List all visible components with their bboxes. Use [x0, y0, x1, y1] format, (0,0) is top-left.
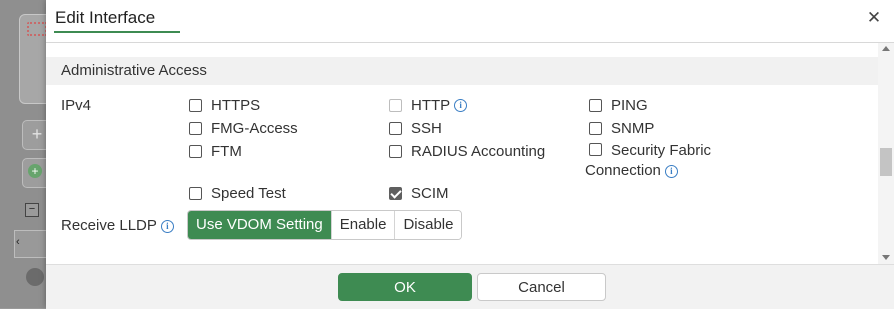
lldp-disable-button[interactable]: Disable — [395, 211, 462, 239]
fmg-access-label: FMG-Access — [211, 120, 298, 137]
speed-test-checkbox[interactable] — [189, 187, 202, 200]
option-http: HTTP i — [389, 97, 468, 114]
scroll-up-icon[interactable] — [882, 46, 890, 51]
background-logo-icon — [27, 22, 47, 36]
close-icon[interactable]: ✕ — [866, 9, 882, 26]
https-label: HTTPS — [211, 97, 261, 114]
background-chevron-left-icon: ‹ — [16, 236, 20, 248]
section-title: Administrative Access — [61, 62, 207, 79]
option-scim[interactable]: SCIM — [389, 185, 449, 202]
dialog-body: Administrative Access IPv4 HTTPS HTTP i … — [46, 43, 878, 264]
ftm-checkbox[interactable] — [189, 145, 202, 158]
edit-interface-dialog: Edit Interface ✕ Administrative Access I… — [46, 0, 894, 309]
ssh-checkbox[interactable] — [389, 122, 402, 135]
ping-checkbox[interactable] — [589, 99, 602, 112]
http-label: HTTP — [411, 97, 451, 114]
scroll-thumb[interactable] — [880, 148, 892, 176]
info-icon[interactable]: i — [160, 220, 174, 233]
ok-button[interactable]: OK — [338, 273, 472, 301]
dialog-scrollbar[interactable] — [878, 43, 894, 264]
background-brand-icon — [26, 268, 44, 286]
background-add-icon: + — [28, 164, 42, 178]
option-ftm[interactable]: FTM — [189, 143, 242, 160]
scim-checkbox[interactable] — [389, 187, 402, 200]
https-checkbox[interactable] — [189, 99, 202, 112]
radius-accounting-checkbox[interactable] — [389, 145, 402, 158]
cancel-button[interactable]: Cancel — [477, 273, 606, 301]
ssh-label: SSH — [411, 120, 442, 137]
http-checkbox — [389, 99, 402, 112]
snmp-label: SNMP — [611, 120, 655, 137]
ipv4-label: IPv4 — [61, 97, 92, 114]
background-collapse-icon: − — [25, 203, 39, 217]
scroll-down-icon[interactable] — [882, 255, 890, 260]
option-speed-test[interactable]: Speed Test — [189, 185, 286, 202]
info-icon[interactable]: i — [454, 99, 468, 112]
section-header: Administrative Access — [46, 57, 878, 85]
ping-label: PING — [611, 97, 648, 114]
ftm-label: FTM — [211, 143, 242, 160]
snmp-checkbox[interactable] — [589, 122, 602, 135]
lldp-enable-button[interactable]: Enable — [331, 211, 396, 239]
option-radius-accounting[interactable]: RADIUS Accounting — [389, 143, 545, 160]
option-fmg-access[interactable]: FMG-Access — [189, 120, 298, 137]
receive-lldp-label: Receive LLDP i — [61, 217, 174, 234]
option-https[interactable]: HTTPS — [189, 97, 260, 114]
dialog-title: Edit Interface — [55, 8, 156, 27]
receive-lldp-text: Receive LLDP — [61, 217, 157, 234]
security-fabric-connection-checkbox[interactable] — [589, 143, 602, 156]
security-fabric-connection-label: Security Fabric Connection — [585, 142, 712, 179]
option-ping[interactable]: PING — [589, 97, 648, 114]
option-security-fabric-connection[interactable]: Security Fabric Connection i — [585, 141, 755, 181]
receive-lldp-toggle: Use VDOM Setting Enable Disable — [187, 210, 463, 240]
speed-test-label: Speed Test — [211, 185, 286, 202]
info-icon[interactable]: i — [664, 165, 678, 178]
scim-label: SCIM — [411, 185, 449, 202]
dialog-header: Edit Interface ✕ — [46, 0, 894, 43]
radius-accounting-label: RADIUS Accounting — [411, 143, 546, 160]
title-underline — [54, 31, 180, 33]
lldp-use-vdom-setting-button[interactable]: Use VDOM Setting — [188, 211, 332, 239]
dialog-footer: OK Cancel — [46, 264, 894, 309]
option-snmp[interactable]: SNMP — [589, 120, 654, 137]
option-ssh[interactable]: SSH — [389, 120, 442, 137]
fmg-access-checkbox[interactable] — [189, 122, 202, 135]
